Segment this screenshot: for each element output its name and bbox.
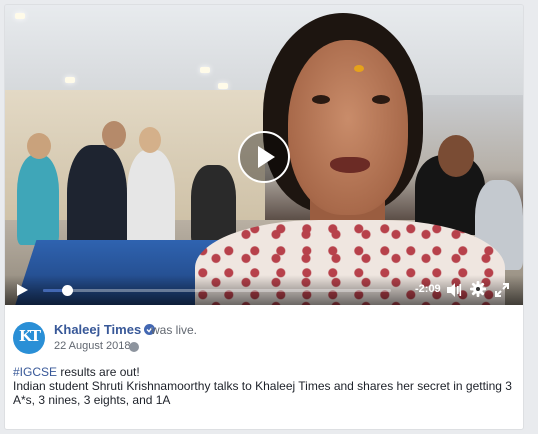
video-subject-face	[288, 40, 408, 215]
video-subject-bindi	[354, 65, 364, 72]
page-name-label: Khaleej Times	[54, 322, 142, 337]
play-icon	[258, 146, 275, 168]
page-avatar[interactable]: KT	[13, 322, 45, 354]
post-date-link[interactable]: 22 August 2018	[54, 340, 130, 352]
avatar-logo-text: KT	[18, 327, 41, 345]
volume-icon	[447, 283, 462, 297]
progress-bar[interactable]	[43, 285, 391, 296]
time-remaining: -2:09	[415, 283, 441, 295]
fullscreen-icon	[495, 283, 509, 297]
video-controls-bar: -2:09	[5, 275, 523, 305]
settings-button[interactable]	[470, 281, 486, 297]
video-subject-eye	[372, 95, 390, 104]
post-body-text: Indian student Shruti Krishnamoorthy tal…	[13, 379, 512, 407]
post-header: KT Khaleej Times was live. 22 August 201…	[13, 318, 513, 358]
post-status-text: was live.	[151, 323, 198, 337]
post-message: #IGCSE results are out! Indian student S…	[13, 365, 518, 407]
video-subject-mouth	[330, 157, 370, 173]
fullscreen-button[interactable]	[494, 282, 510, 298]
post-headline: #IGCSE results are out!	[13, 365, 518, 379]
control-play-button[interactable]	[15, 283, 29, 297]
video-player[interactable]: -2:09	[5, 5, 523, 305]
video-scene-head	[102, 121, 126, 149]
play-button[interactable]	[238, 131, 290, 183]
globe-icon[interactable]	[129, 342, 139, 352]
page-name-link[interactable]: Khaleej Times	[54, 322, 156, 337]
video-scene-light	[200, 67, 210, 73]
play-icon	[17, 284, 28, 296]
video-post-card: -2:09 KT Khaleej Times was live. 22 Augu…	[4, 4, 524, 430]
video-subject-eye	[312, 95, 330, 104]
video-scene-light	[15, 13, 25, 19]
video-scene-light	[65, 77, 75, 83]
post-headline-text: results are out!	[57, 365, 140, 379]
video-scene-light	[218, 83, 228, 89]
video-scene-person	[17, 155, 59, 245]
video-scene-head	[438, 135, 474, 177]
hashtag-link[interactable]: #IGCSE	[13, 365, 57, 379]
video-scene-head	[139, 127, 161, 153]
gear-icon	[470, 281, 486, 297]
video-scene-head	[27, 133, 51, 159]
volume-button[interactable]	[446, 282, 462, 298]
video-scene-person	[191, 165, 236, 245]
video-scene-ceiling	[5, 5, 523, 95]
progress-scrubber[interactable]	[62, 285, 74, 296]
